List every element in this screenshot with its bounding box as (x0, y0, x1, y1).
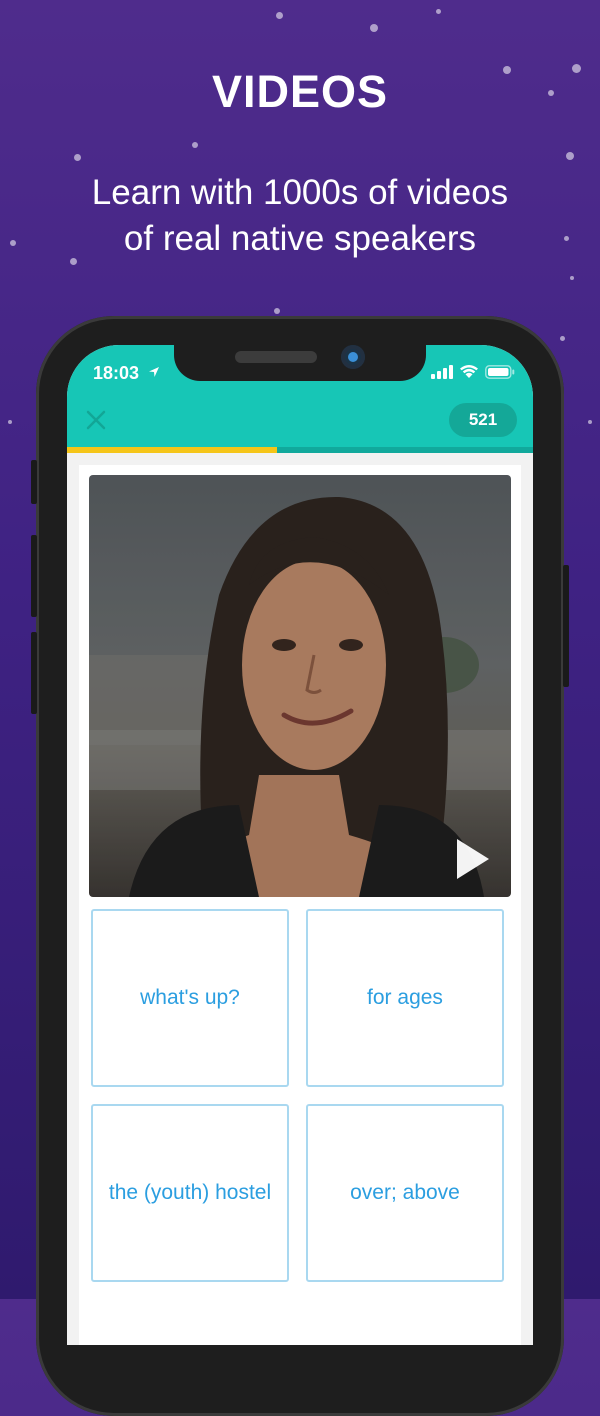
answer-option[interactable]: the (youth) hostel (91, 1104, 289, 1282)
phone-speaker (235, 351, 317, 363)
promo-subline: Learn with 1000s of videos of real nativ… (40, 170, 560, 262)
answer-option[interactable]: over; above (306, 1104, 504, 1282)
location-arrow-icon (149, 367, 159, 377)
phone-volume-down-button (31, 632, 37, 714)
speaker-video[interactable] (89, 475, 511, 897)
star-decoration (10, 240, 16, 246)
phone-screen: 18:03 521 what's up? for ages the (youth… (67, 345, 533, 1345)
star-decoration (274, 308, 280, 314)
speaker-video-frame (89, 475, 511, 897)
lesson-content: what's up? for ages the (youth) hostel o… (67, 453, 533, 1345)
star-decoration (566, 152, 574, 160)
answer-option[interactable]: for ages (306, 909, 504, 1087)
star-decoration (436, 9, 441, 14)
star-decoration (370, 24, 378, 32)
star-decoration (74, 154, 81, 161)
score-badge: 521 (449, 403, 517, 437)
status-icons (431, 364, 515, 379)
promo-headline: VIDEOS (211, 66, 389, 117)
answer-option[interactable]: what's up? (91, 909, 289, 1087)
star-decoration (564, 236, 569, 241)
star-decoration (570, 276, 574, 280)
promo-subline-line-2: of real native speakers (123, 219, 477, 258)
phone-power-button (563, 565, 569, 687)
star-decoration (588, 420, 592, 424)
question-card: what's up? for ages the (youth) hostel o… (79, 465, 521, 1345)
front-camera-icon (341, 345, 365, 369)
battery-icon (485, 364, 515, 379)
close-icon[interactable] (83, 407, 109, 433)
star-decoration (276, 12, 283, 19)
play-icon[interactable] (455, 837, 491, 881)
phone-side-button (31, 460, 37, 504)
star-decoration (560, 336, 565, 341)
status-time: 18:03 (93, 363, 140, 383)
signal-icon (431, 364, 453, 379)
star-decoration (8, 420, 12, 424)
star-decoration (192, 142, 198, 148)
phone-volume-up-button (31, 535, 37, 617)
wifi-icon (460, 365, 478, 378)
promo-subline-line-1: Learn with 1000s of videos (91, 173, 509, 212)
